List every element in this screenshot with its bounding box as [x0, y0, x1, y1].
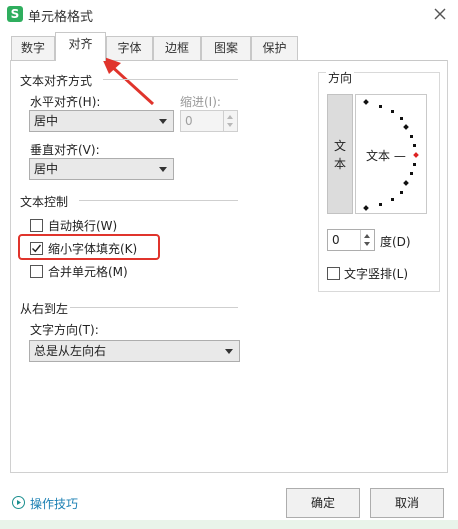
merge-cells-label[interactable]: 合并单元格(M) [48, 263, 128, 280]
vertical-align-value: 居中 [34, 162, 59, 176]
spin-down-icon [227, 123, 233, 127]
text-direction-select[interactable]: 总是从左向右 [29, 340, 240, 362]
play-glyph [17, 500, 21, 505]
text-align-section-title: 文本对齐方式 [20, 74, 93, 88]
horizontal-align-select[interactable]: 居中 [29, 110, 174, 132]
annotation-highlight-box [18, 234, 160, 260]
tab-number[interactable]: 数字 [11, 36, 55, 60]
tab-alignment[interactable]: 对齐 [55, 32, 106, 61]
tips-link[interactable]: 操作技巧 [30, 495, 78, 512]
ok-button[interactable]: 确定 [286, 488, 360, 518]
cancel-button[interactable]: 取消 [370, 488, 444, 518]
orientation-dial[interactable]: 文本 — [355, 94, 427, 214]
vertical-text-toggle[interactable]: 文本 [327, 94, 353, 214]
close-glyph [434, 8, 446, 20]
dialog-title: 单元格格式 [28, 10, 94, 25]
degree-label: 度(D) [380, 235, 411, 249]
text-direction-value: 总是从左向右 [34, 344, 107, 358]
tab-border[interactable]: 边框 [153, 36, 201, 60]
chevron-down-icon [225, 349, 233, 354]
merge-cells-checkbox[interactable] [30, 265, 43, 278]
spin-up-icon [227, 115, 233, 119]
text-control-section-title: 文本控制 [20, 195, 69, 209]
rtl-section-title: 从右到左 [20, 302, 69, 316]
degree-spin-buttons[interactable] [360, 230, 374, 250]
wrap-text-checkbox[interactable] [30, 219, 43, 232]
wrap-text-label[interactable]: 自动换行(W) [48, 217, 117, 234]
chevron-down-icon [159, 119, 167, 124]
text-direction-label: 文字方向(T): [30, 323, 99, 337]
vertical-align-label: 垂直对齐(V): [30, 143, 100, 157]
horizontal-align-label: 水平对齐(H): [30, 95, 101, 109]
spin-down-icon [364, 242, 370, 246]
vertical-text-label: 文本 [333, 139, 346, 171]
section-rule [103, 79, 238, 80]
chevron-down-icon [159, 167, 167, 172]
indent-spin-buttons[interactable] [223, 111, 237, 131]
panel-border-left [10, 60, 11, 472]
degree-value: 0 [332, 233, 340, 247]
panel-border-right [447, 60, 448, 472]
section-rule [70, 307, 238, 308]
panel-border-bottom [10, 472, 448, 473]
close-icon[interactable] [430, 4, 450, 24]
tab-bar: 数字 对齐 字体 边框 图案 保护 [0, 28, 458, 61]
vertical-align-select[interactable]: 居中 [29, 158, 174, 180]
spreadsheet-background-strip [0, 520, 458, 529]
section-rule [79, 200, 238, 201]
indent-label: 缩进(I): [180, 95, 221, 109]
degree-spinner[interactable]: 0 [327, 229, 375, 251]
tab-protection[interactable]: 保护 [251, 36, 298, 60]
indent-spinner[interactable]: 0 [180, 110, 238, 132]
spin-up-icon [364, 234, 370, 238]
dial-text-label: 文本 — [366, 149, 406, 163]
tab-pattern[interactable]: 图案 [201, 36, 251, 60]
vertical-stack-checkbox[interactable] [327, 267, 340, 280]
app-logo-icon: S [7, 6, 23, 22]
orientation-section-title: 方向 [326, 69, 355, 86]
indent-value: 0 [185, 114, 193, 128]
vertical-stack-label[interactable]: 文字竖排(L) [344, 265, 408, 282]
play-circle-icon[interactable] [12, 496, 25, 509]
horizontal-align-value: 居中 [34, 114, 59, 128]
